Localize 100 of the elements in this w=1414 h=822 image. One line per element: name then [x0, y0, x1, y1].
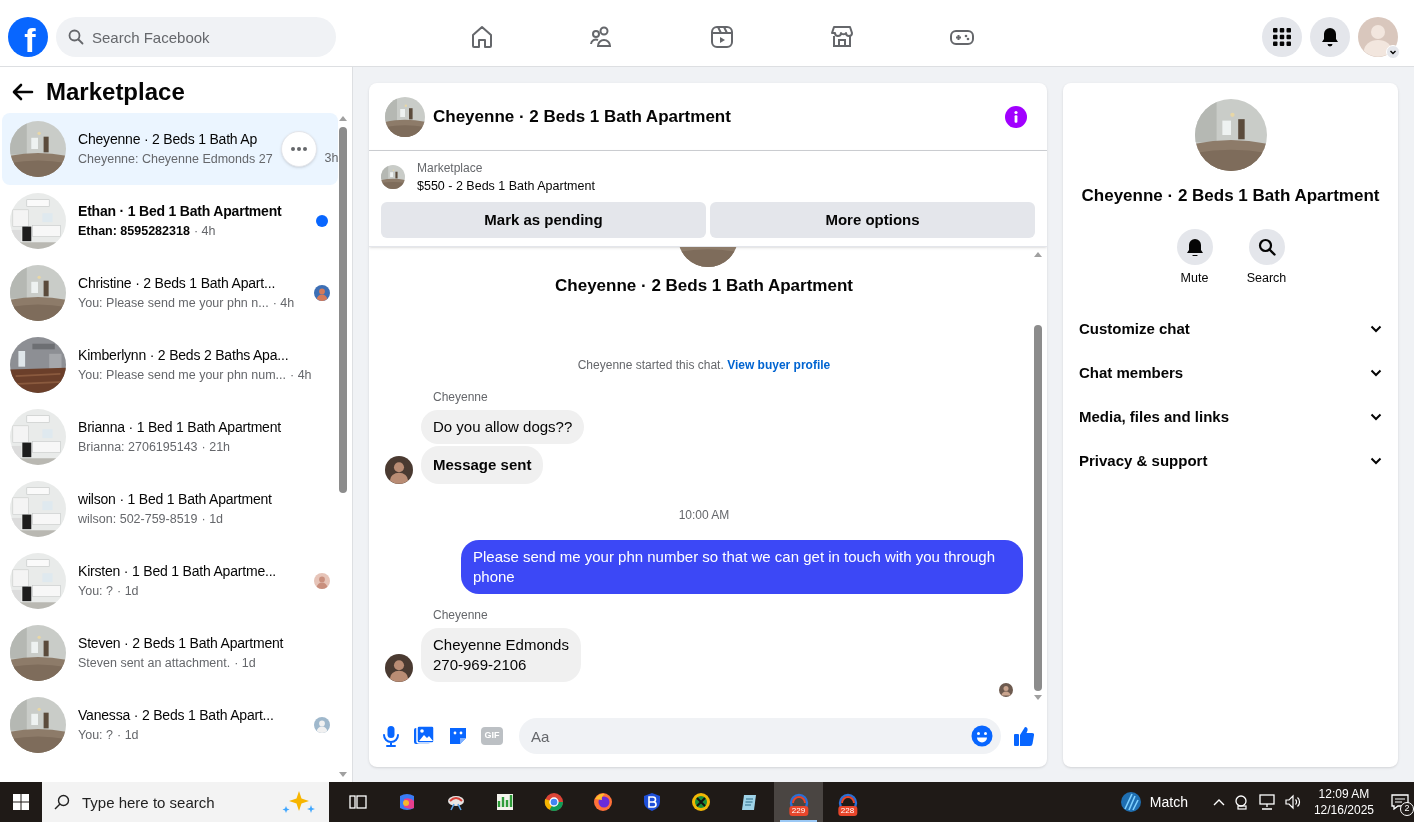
search-field[interactable]: Search Facebook [56, 17, 336, 57]
timestamp: 3h [324, 150, 339, 168]
panel-title: Marketplace [46, 77, 185, 107]
camera-icon[interactable] [1233, 794, 1250, 810]
timestamp: 10:00 AM [678, 507, 730, 525]
message-preview: Cheyenne: Cheyenne Edmonds 27 [78, 151, 273, 169]
conversation-item[interactable]: Brianna · 1 Bed 1 Bath Apartment Brianna: 2706195143 · 21h [2, 401, 338, 473]
action-button[interactable] [1248, 228, 1285, 265]
timestamp: · 1d [234, 655, 256, 673]
message-preview: You: Please send me your phn num... [78, 367, 286, 385]
emoji-icon[interactable] [971, 725, 993, 747]
network-icon[interactable] [1257, 794, 1276, 810]
timestamp: · 21h [201, 439, 231, 457]
action-button[interactable]: More options [710, 201, 1035, 238]
details-title: Cheyenne · 2 Beds 1 Bath Apartment [1081, 185, 1380, 207]
scroll-down-icon[interactable] [339, 772, 347, 778]
scroll-down-icon[interactable] [1034, 695, 1042, 701]
conversation-item[interactable]: Cheyenne · 2 Beds 1 Bath Ap Cheyenne: Cheyenne Edmonds 27 3h [2, 113, 338, 185]
menu-button[interactable] [1262, 17, 1302, 57]
timestamp: · 4h [193, 223, 216, 241]
sticker-icon[interactable] [447, 725, 469, 747]
search-icon [68, 29, 84, 45]
weather-icon[interactable] [1119, 791, 1142, 813]
logo[interactable]: f [8, 17, 48, 57]
thumbs-up-icon[interactable] [1013, 725, 1035, 747]
conversation-item[interactable]: Vanessa · 2 Beds 1 Bath Apart... You: ? · 1d [2, 689, 338, 761]
conversation-title: Ethan · 1 Bed 1 Bath Apartment [78, 202, 282, 222]
more-button[interactable] [280, 131, 317, 167]
action-button[interactable] [1176, 228, 1213, 265]
conversation-item[interactable]: Ethan · 1 Bed 1 Bath Apartment Ethan: 8595282318 · 4h [2, 185, 338, 257]
clock[interactable]: 12:09 AM 12/16/2025 [1313, 786, 1374, 818]
microphone-icon[interactable] [381, 725, 401, 747]
search-icon [54, 794, 70, 810]
windows-icon[interactable] [13, 794, 29, 810]
weather-label[interactable]: Match [1149, 791, 1188, 813]
avatar [1358, 17, 1398, 57]
conversation-item[interactable]: Steven · 2 Beds 1 Bath Apartment Steven sent an attachment. · 1d [2, 617, 338, 689]
timestamp: · 1d [117, 583, 139, 601]
message-bubble: Cheyenne Edmonds 270-969-2106 [421, 628, 581, 683]
more-icon [290, 147, 307, 151]
message-preview: Steven sent an attachment. [78, 655, 231, 673]
action-label: Search [1246, 269, 1287, 287]
bell-icon [1321, 27, 1339, 47]
conversation-title: Vanessa · 2 Beds 1 Bath Apart... [78, 706, 274, 726]
conversation-item[interactable]: wilson · 1 Bed 1 Bath Apartment wilson: 502-759-8519 · 1d [2, 473, 338, 545]
chevron-icon [1386, 45, 1400, 59]
sparkle-icon [281, 789, 317, 815]
conversation-title: Cheyenne · 2 Beds 1 Bath Ap [78, 130, 258, 150]
sender-name: Cheyenne [433, 389, 489, 407]
conversation-title: Steven · 2 Beds 1 Bath Apartment [78, 634, 284, 654]
chat-title: Cheyenne · 2 Beds 1 Bath Apartment [433, 105, 731, 128]
message-preview: You: ? [78, 727, 113, 745]
section-header[interactable]: Chat members [1071, 351, 1390, 396]
scrollbar[interactable] [337, 115, 349, 778]
message-bubble: Please send me your phn number so that we can get in touch with you through phone [461, 540, 1023, 595]
app-icon [689, 791, 712, 813]
buyer-profile-link[interactable]: View buyer profile [727, 358, 831, 373]
section-header[interactable]: Privacy & support [1071, 439, 1390, 484]
conversation-item[interactable]: Kirsten · 1 Bed 1 Bath Apartme... You: ? · 1d [2, 545, 338, 617]
conversation-title: Brianna · 1 Bed 1 Bath Apartment [78, 418, 281, 438]
chat-intro-title: Cheyenne · 2 Beds 1 Bath Apartment [555, 274, 853, 297]
timestamp: · 4h [290, 367, 312, 385]
video-icon [709, 24, 735, 50]
app-icon [542, 791, 565, 813]
info-icon[interactable] [1005, 105, 1027, 128]
section-header[interactable]: Media, files and links [1071, 395, 1390, 440]
listing-label: Marketplace [417, 160, 484, 177]
timestamp: · 1d [117, 727, 139, 745]
notifications-button[interactable]: 2 [1386, 782, 1414, 822]
message-bubble: Do you allow dogs?? [421, 410, 585, 445]
seen-avatar [999, 683, 1013, 697]
message-preview: You: ? [78, 583, 113, 601]
conversation-title: Kirsten · 1 Bed 1 Bath Apartme... [78, 562, 277, 582]
action-label: Mute [1180, 269, 1209, 287]
taskbar-app[interactable]: 229 [774, 782, 823, 822]
section-header[interactable]: Customize chat [1071, 307, 1390, 352]
listing-title[interactable]: $550 - 2 Beds 1 Bath Apartment [417, 177, 595, 196]
chevron-up-icon[interactable] [1211, 797, 1226, 807]
message-bubble: Message sent [421, 446, 544, 485]
sender-name: Cheyenne [433, 607, 489, 625]
scroll-up-icon[interactable] [339, 115, 347, 121]
volume-icon[interactable] [1283, 794, 1302, 810]
message-preview: You: Please send me your phn n... [78, 295, 269, 313]
taskbar-app[interactable]: 228 [823, 782, 872, 822]
search-icon [1257, 237, 1276, 256]
back-arrow-icon[interactable] [12, 83, 34, 101]
notifications-button[interactable] [1310, 17, 1350, 57]
conversation-title: Christine · 2 Beds 1 Bath Apart... [78, 274, 276, 294]
conversation-item[interactable]: Christine · 2 Beds 1 Bath Apart... You: Please send me your phn n... · 4h [2, 257, 338, 329]
action-button[interactable]: Mark as pending [381, 201, 706, 238]
conversation-item[interactable]: Kimberlynn · 2 Beds 2 Baths Apa... You: Please send me your phn num... · 4h [2, 329, 338, 401]
count-badge: 228 [837, 806, 858, 816]
scroll-up-icon[interactable] [1034, 250, 1042, 257]
message-preview: Brianna: 2706195143 [78, 439, 198, 457]
photo-icon[interactable] [413, 725, 435, 747]
conversation-title: Kimberlynn · 2 Beds 2 Baths Apa... [78, 346, 289, 366]
menu-icon [1273, 28, 1291, 46]
message-field[interactable]: Aa [519, 718, 1001, 754]
taskbar-search-field[interactable]: Type here to search [42, 782, 329, 822]
store-icon [829, 24, 855, 50]
